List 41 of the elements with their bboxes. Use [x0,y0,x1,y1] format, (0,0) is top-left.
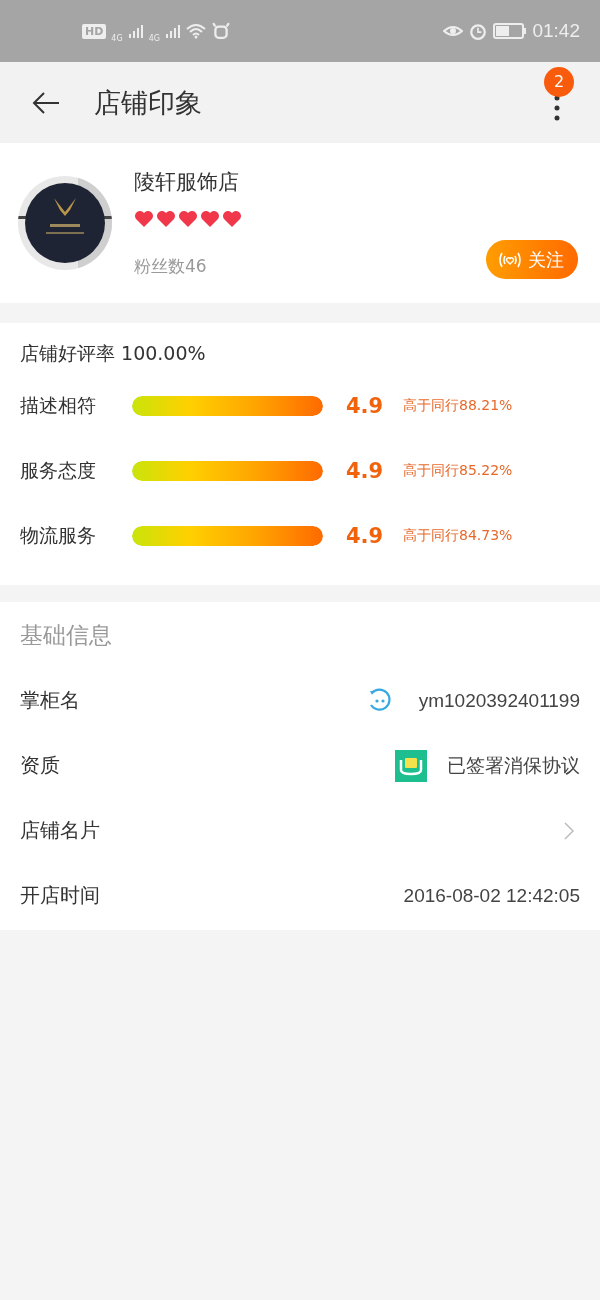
follow-button[interactable]: 关注 [486,240,578,279]
protection-icon [395,749,427,782]
notification-badge: 2 [544,66,574,97]
info-value: 2016-08-02 12:42:05 [403,884,580,907]
rating-score: 4.9 [346,458,385,483]
device-icon [210,22,231,40]
section-title: 基础信息 [20,621,113,650]
more-icon[interactable] [554,94,560,121]
heart-icon [134,209,154,228]
signal-icon [164,23,181,39]
rating-label: 物流服务 [20,522,97,548]
info-value: ym1020392401199 [418,689,580,712]
wifi-icon [185,22,206,40]
rating-label: 描述相符 [20,392,97,418]
heart-icon [200,209,220,228]
page-title: 店铺印象 [94,85,203,120]
info-label: 掌柜名 [20,687,80,714]
info-value: 已签署消保协议 [447,753,580,778]
rating-score: 4.9 [346,393,385,418]
rating-label: 服务态度 [20,457,97,483]
peer-comparison: 高于同行88.21% [403,396,513,415]
signal-icon [127,23,144,39]
info-label: 店铺名片 [20,817,100,844]
clock-time: 01:42 [532,20,580,42]
positive-rate: 店铺好评率 100.00% [20,341,207,366]
info-label: 资质 [20,752,60,779]
info-label: 开店时间 [20,882,100,909]
heart-icon [222,209,242,228]
network-label: 4G [111,33,123,43]
battery-icon [493,23,528,39]
fans-count: 粉丝数46 [134,255,208,278]
hd-indicator: HD [82,23,107,39]
peer-comparison: 高于同行85.22% [403,461,513,480]
rating-score: 4.9 [346,523,385,548]
network-label: 4G [148,33,160,43]
alarm-icon [468,22,489,40]
back-icon[interactable] [32,91,60,114]
heart-icon [178,209,198,228]
shop-name: 陵轩服饰店 [134,169,240,196]
peer-comparison: 高于同行84.73% [403,526,513,545]
heart-icon [156,209,176,228]
